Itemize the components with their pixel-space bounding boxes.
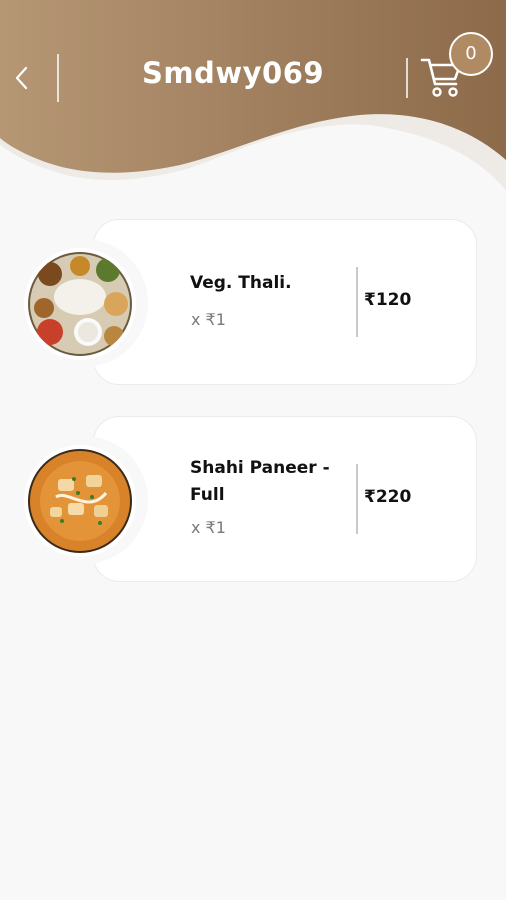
cart-count-badge: 0 xyxy=(449,32,493,76)
cart-item-price: ₹120 xyxy=(364,290,412,310)
cart-item-card[interactable] xyxy=(93,219,477,385)
header-divider-right xyxy=(406,58,408,98)
back-button[interactable] xyxy=(8,58,38,98)
app-header: Smdwy069 0 xyxy=(0,0,506,200)
header-wave-background xyxy=(0,0,506,190)
cart-item-name: Shahi Paneer - Full xyxy=(190,458,330,505)
cart-item-quantity: x ₹1 xyxy=(191,310,226,329)
veg-thali-image xyxy=(28,252,132,356)
chevron-left-icon xyxy=(15,66,28,90)
page-title: Smdwy069 xyxy=(141,56,325,90)
shahi-paneer-image xyxy=(28,449,132,553)
cart-item-divider xyxy=(356,464,358,534)
header-divider-left xyxy=(57,54,59,102)
cart-item-price: ₹220 xyxy=(364,487,412,507)
cart-item-divider xyxy=(356,267,358,337)
cart-item-name: Veg. Thali. xyxy=(190,273,292,293)
cart-item-quantity: x ₹1 xyxy=(191,518,226,537)
